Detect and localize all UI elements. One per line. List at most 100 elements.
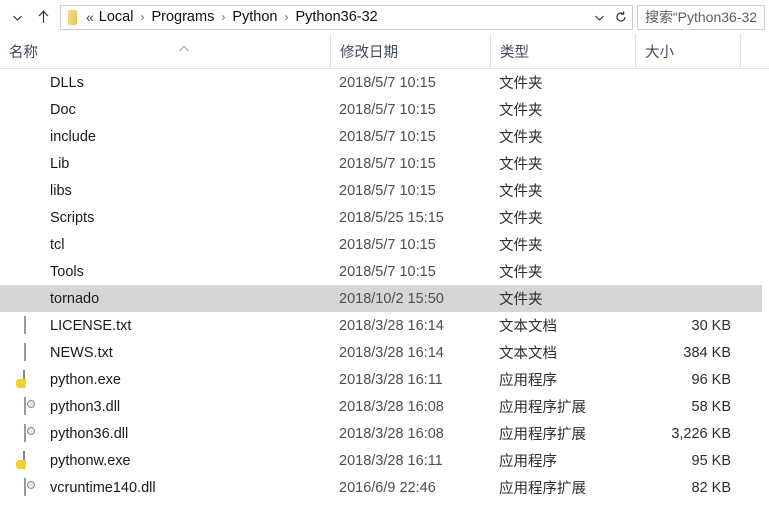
file-type-cell: 文件夹 xyxy=(499,130,543,146)
file-date-cell: 2018/3/28 16:08 xyxy=(339,425,444,442)
file-row[interactable]: Tools 2018/5/7 10:15 文件夹 xyxy=(0,258,769,285)
file-date-cell: 2018/5/7 10:15 xyxy=(339,74,436,91)
file-size-cell: 95 KB xyxy=(691,452,732,469)
column-header-bar: 名称 修改日期 类型 大小 xyxy=(0,34,769,69)
file-name-cell[interactable]: tornado xyxy=(22,290,99,307)
recent-locations-button[interactable] xyxy=(4,2,30,32)
python-exe-icon xyxy=(22,370,39,388)
folder-icon xyxy=(22,182,39,199)
breadcrumb-separator-icon[interactable]: › xyxy=(279,10,293,24)
breadcrumb-item-local[interactable]: Local xyxy=(97,9,136,25)
dll-file-icon xyxy=(22,397,39,415)
file-name-cell[interactable]: NEWS.txt xyxy=(22,343,113,361)
file-name-cell[interactable]: DLLs xyxy=(22,74,84,91)
file-name-cell[interactable]: tcl xyxy=(22,236,65,253)
file-row[interactable]: python.exe 2018/3/28 16:11 应用程序 96 KB xyxy=(0,366,769,393)
folder-icon xyxy=(22,290,39,307)
file-name-cell[interactable]: Lib xyxy=(22,155,69,172)
file-row[interactable]: python3.dll 2018/3/28 16:08 应用程序扩展 58 KB xyxy=(0,393,769,420)
column-header-date-modified-label: 修改日期 xyxy=(340,45,398,61)
column-header-spacer xyxy=(740,34,769,68)
file-row[interactable]: tornado 2018/10/2 15:50 文件夹 xyxy=(0,285,762,312)
column-header-size-label: 大小 xyxy=(645,45,674,61)
file-row[interactable]: include 2018/5/7 10:15 文件夹 xyxy=(0,123,769,150)
file-name-label: vcruntime140.dll xyxy=(50,479,156,496)
file-date-cell: 2018/5/7 10:15 xyxy=(339,182,436,199)
file-row[interactable]: Doc 2018/5/7 10:15 文件夹 xyxy=(0,96,769,123)
breadcrumb-overflow-icon[interactable]: « xyxy=(83,9,97,25)
up-button[interactable] xyxy=(30,2,56,32)
file-type-cell: 文本文档 xyxy=(499,346,557,362)
python-exe-icon xyxy=(22,451,39,469)
file-name-cell[interactable]: pythonw.exe xyxy=(22,451,131,469)
breadcrumb-item-programs[interactable]: Programs xyxy=(149,9,216,25)
breadcrumb-separator-icon[interactable]: › xyxy=(135,10,149,24)
file-name-label: LICENSE.txt xyxy=(50,317,132,334)
column-header-size[interactable]: 大小 xyxy=(635,34,740,68)
file-type-cell: 文件夹 xyxy=(499,103,543,119)
file-type-cell: 应用程序扩展 xyxy=(499,427,586,443)
file-row[interactable]: Lib 2018/5/7 10:15 文件夹 xyxy=(0,150,769,177)
file-name-cell[interactable]: python36.dll xyxy=(22,424,128,442)
file-name-cell[interactable]: libs xyxy=(22,182,72,199)
file-row[interactable]: vcruntime140.dll 2016/6/9 22:46 应用程序扩展 82 K… xyxy=(0,474,769,501)
file-type-cell: 文件夹 xyxy=(499,157,543,173)
file-name-cell[interactable]: Doc xyxy=(22,101,76,118)
folder-icon xyxy=(22,74,39,91)
file-row[interactable]: libs 2018/5/7 10:15 文件夹 xyxy=(0,177,769,204)
column-header-name[interactable]: 名称 xyxy=(0,34,330,68)
file-name-cell[interactable]: python3.dll xyxy=(22,397,121,415)
file-type-cell: 文本文档 xyxy=(499,319,557,335)
folder-icon xyxy=(22,128,39,145)
file-row[interactable]: DLLs 2018/5/7 10:15 文件夹 xyxy=(0,69,769,96)
file-date-cell: 2018/5/7 10:15 xyxy=(339,236,436,253)
file-name-cell[interactable]: vcruntime140.dll xyxy=(22,478,156,496)
file-type-cell: 文件夹 xyxy=(499,184,543,200)
file-name-cell[interactable]: Scripts xyxy=(22,209,94,226)
folder-icon xyxy=(61,9,83,25)
file-row[interactable]: tcl 2018/5/7 10:15 文件夹 xyxy=(0,231,769,258)
search-input[interactable]: 搜索“Python36-32 xyxy=(638,7,757,27)
breadcrumb-item-python36-32[interactable]: Python36-32 xyxy=(293,9,379,25)
file-date-cell: 2016/6/9 22:46 xyxy=(339,479,436,496)
file-row[interactable]: NEWS.txt 2018/3/28 16:14 文本文档 384 KB xyxy=(0,339,769,366)
file-date-cell: 2018/5/7 10:15 xyxy=(339,101,436,118)
folder-icon xyxy=(22,236,39,253)
file-name-cell[interactable]: include xyxy=(22,128,96,145)
file-name-cell[interactable]: LICENSE.txt xyxy=(22,316,132,334)
file-date-cell: 2018/5/7 10:15 xyxy=(339,263,436,280)
column-header-type[interactable]: 类型 xyxy=(490,34,635,68)
file-name-label: Doc xyxy=(50,101,76,118)
folder-icon xyxy=(22,155,39,172)
search-box[interactable]: 搜索“Python36-32 xyxy=(637,4,765,30)
file-type-cell: 文件夹 xyxy=(499,238,543,254)
file-type-cell: 文件夹 xyxy=(499,292,543,308)
file-name-label: python3.dll xyxy=(50,398,121,415)
chevron-down-icon[interactable] xyxy=(588,11,610,24)
file-name-label: Lib xyxy=(50,155,70,172)
file-row[interactable]: python36.dll 2018/3/28 16:08 应用程序扩展 3,226 K… xyxy=(0,420,769,447)
file-date-cell: 2018/3/28 16:11 xyxy=(339,371,443,388)
file-size-cell: 96 KB xyxy=(691,371,732,388)
folder-icon xyxy=(22,101,39,118)
breadcrumb: « Local › Programs › Python › Python36-3… xyxy=(83,9,588,25)
file-date-cell: 2018/5/25 15:15 xyxy=(339,209,444,226)
file-name-label: tcl xyxy=(50,236,65,253)
file-row[interactable]: LICENSE.txt 2018/3/28 16:14 文本文档 30 KB xyxy=(0,312,769,339)
file-row[interactable]: Scripts 2018/5/25 15:15 文件夹 xyxy=(0,204,769,231)
column-header-date-modified[interactable]: 修改日期 xyxy=(330,34,490,68)
file-type-cell: 应用程序扩展 xyxy=(499,400,586,416)
text-file-icon xyxy=(22,343,39,361)
address-bar[interactable]: « Local › Programs › Python › Python36-3… xyxy=(60,4,633,30)
file-name-cell[interactable]: python.exe xyxy=(22,370,121,388)
file-row[interactable]: pythonw.exe 2018/3/28 16:11 应用程序 95 KB xyxy=(0,447,769,474)
file-name-label: include xyxy=(50,128,96,145)
file-size-cell: 82 KB xyxy=(691,479,732,496)
breadcrumb-item-python[interactable]: Python xyxy=(230,9,279,25)
refresh-icon[interactable] xyxy=(610,10,632,24)
file-name-label: DLLs xyxy=(50,74,84,91)
file-size-cell: 58 KB xyxy=(691,398,732,415)
file-type-cell: 文件夹 xyxy=(499,76,543,92)
breadcrumb-separator-icon[interactable]: › xyxy=(216,10,230,24)
file-name-cell[interactable]: Tools xyxy=(22,263,84,280)
